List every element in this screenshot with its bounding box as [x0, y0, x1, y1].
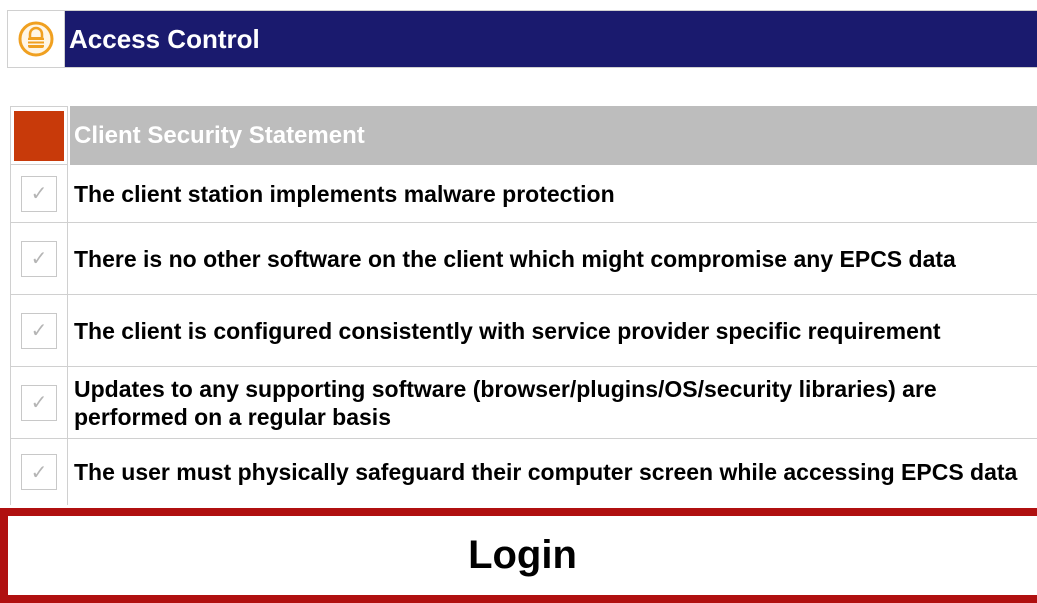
statement-item-text: The user must physically safeguard their… [74, 459, 1018, 485]
checkmark-icon: ✓ [30, 392, 48, 414]
checkbox-cell: ✓ [10, 295, 68, 366]
access-control-page: Access Control Client Security Statement… [0, 0, 1037, 603]
checkbox[interactable]: ✓ [21, 240, 57, 277]
checkmark-icon: ✓ [30, 183, 48, 205]
statement-item-row: ✓ The client station implements malware … [10, 165, 1037, 223]
checkbox[interactable]: ✓ [21, 312, 57, 349]
checkbox[interactable]: ✓ [21, 384, 57, 421]
statement-item-row: ✓ There is no other software on the clie… [10, 223, 1037, 295]
statement-item-row: ✓ Updates to any supporting software (br… [10, 367, 1037, 439]
login-button-label: Login [468, 533, 577, 577]
checkbox-cell: ✓ [10, 439, 68, 505]
statement-header-row: Client Security Statement [10, 106, 1037, 165]
checkbox-cell: ✓ [10, 165, 68, 222]
checkmark-icon: ✓ [30, 461, 48, 484]
page-title: Access Control [65, 11, 1037, 67]
statement-header-marker-cell [10, 106, 68, 165]
statement-item-row: ✓ The client is configured consistently … [10, 295, 1037, 367]
header-icon-cell [8, 11, 65, 67]
access-control-header: Access Control [7, 10, 1037, 68]
checkmark-icon: ✓ [30, 248, 48, 270]
statement-marker [14, 110, 64, 161]
checkbox-cell: ✓ [10, 367, 68, 438]
security-statement-table: Client Security Statement ✓ The client s… [10, 106, 1037, 505]
checkbox[interactable]: ✓ [21, 175, 57, 212]
statement-item-text: Updates to any supporting software (brow… [74, 375, 937, 430]
checkbox-cell: ✓ [10, 223, 68, 294]
checkbox[interactable]: ✓ [21, 454, 57, 490]
lock-icon [18, 21, 54, 57]
statement-item-text: There is no other software on the client… [74, 245, 956, 272]
statement-title: Client Security Statement [70, 106, 1037, 165]
statement-item-row: ✓ The user must physically safeguard the… [10, 439, 1037, 505]
statement-item-text: The client is configured consistently wi… [74, 317, 941, 344]
login-button[interactable]: Login [0, 508, 1037, 603]
checkmark-icon: ✓ [30, 320, 48, 342]
statement-item-text: The client station implements malware pr… [74, 180, 615, 207]
